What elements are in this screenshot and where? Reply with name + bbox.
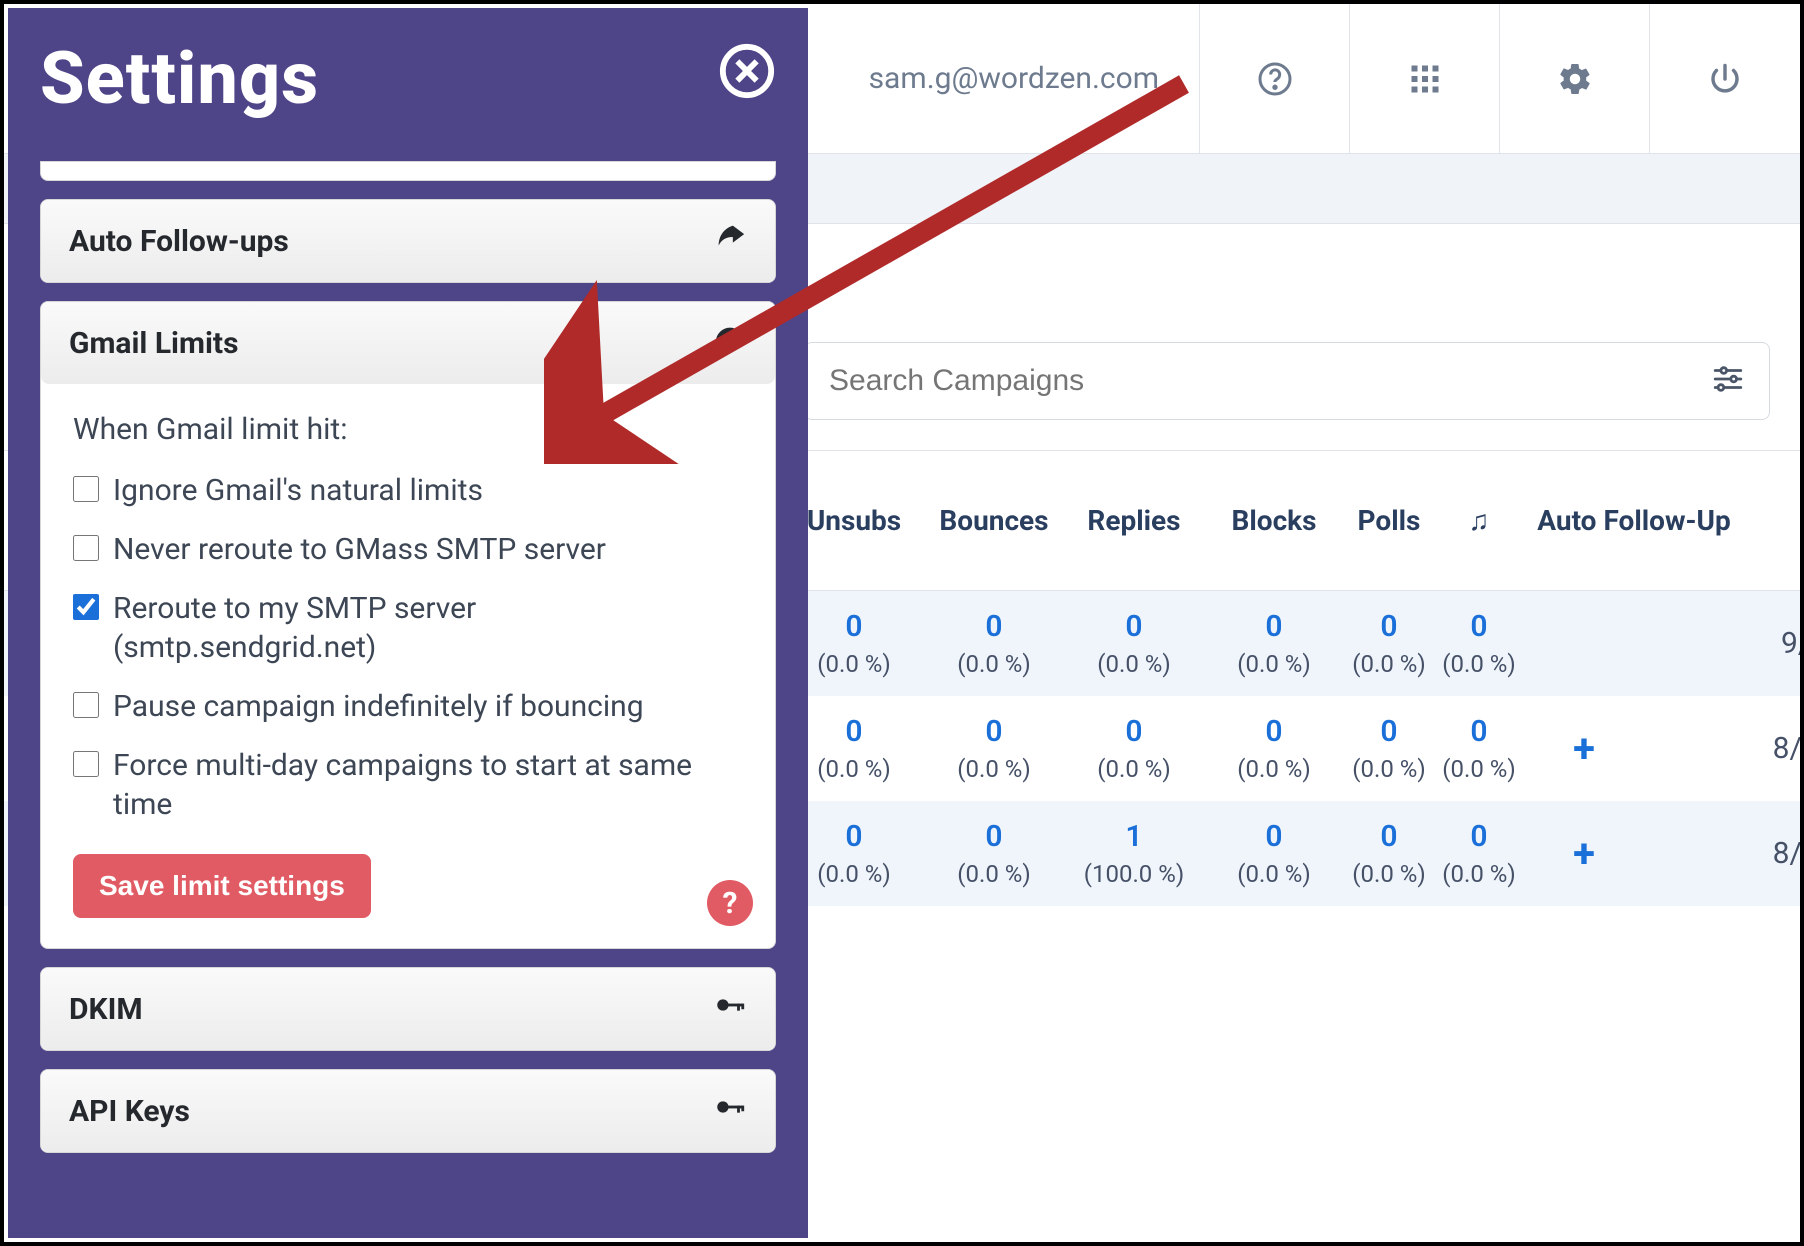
share-arrow-icon xyxy=(713,220,747,262)
accordion-stub-top xyxy=(40,161,776,181)
date-cell: 9/8/2022 xyxy=(1744,591,1800,697)
stat-cell: 0(0.0 %) xyxy=(1204,696,1344,801)
col-auto-follow-up: Auto Follow-Up xyxy=(1524,451,1744,591)
close-icon[interactable] xyxy=(718,42,776,100)
stat-cell: 0(0.0 %) xyxy=(1434,801,1524,906)
user-email[interactable]: sam.g@wordzen.com xyxy=(829,4,1200,153)
stat-cell: 0(0.0 %) xyxy=(1204,591,1344,697)
power-icon[interactable] xyxy=(1650,4,1800,153)
date-cell: 8/26/2022 xyxy=(1744,696,1800,801)
settings-modal: Settings Auto Follow-ups Gmail Limits Wh… xyxy=(8,8,808,1238)
stat-cell: 0(0.0 %) xyxy=(924,801,1064,906)
accordion-label: API Keys xyxy=(69,1094,190,1129)
stat-cell: 0(0.0 %) xyxy=(1434,591,1524,697)
checkbox-ignore-limits[interactable] xyxy=(73,476,99,502)
help-badge-icon[interactable]: ? xyxy=(707,880,753,926)
col-date: Date xyxy=(1744,451,1800,591)
stat-cell: 0(0.0 %) xyxy=(924,591,1064,697)
filter-sliders-icon[interactable] xyxy=(1711,362,1745,400)
accordion-label: Gmail Limits xyxy=(69,326,238,361)
accordion-label: DKIM xyxy=(69,992,143,1027)
checkbox-never-reroute[interactable] xyxy=(73,535,99,561)
stat-cell: 0(0.0 %) xyxy=(924,696,1064,801)
stat-cell: 0(0.0 %) xyxy=(1344,801,1434,906)
key-icon xyxy=(713,988,747,1030)
modal-title: Settings xyxy=(40,36,319,121)
search-box[interactable] xyxy=(804,342,1770,420)
save-limit-settings-button[interactable]: Save limit settings xyxy=(73,854,371,918)
accordion-label: Auto Follow-ups xyxy=(69,224,289,259)
col-polls: Polls xyxy=(1344,451,1434,591)
accordion-gmail-limits: Gmail Limits When Gmail limit hit: Ignor… xyxy=(40,301,776,949)
gmail-limits-subtitle: When Gmail limit hit: xyxy=(73,412,743,447)
accordion-dkim[interactable]: DKIM xyxy=(40,967,776,1051)
label-ignore-limits: Ignore Gmail's natural limits xyxy=(113,471,483,510)
stat-cell: 0(0.0 %) xyxy=(1434,696,1524,801)
auto-followup-cell[interactable]: + xyxy=(1524,696,1644,801)
checkbox-pause-bouncing[interactable] xyxy=(73,692,99,718)
label-pause-bouncing: Pause campaign indefinitely if bouncing xyxy=(113,687,644,726)
stat-cell: 1(100.0 %) xyxy=(1064,801,1204,906)
date-cell: 8/11/2022 xyxy=(1744,801,1800,906)
help-icon[interactable] xyxy=(1200,4,1350,153)
stat-cell: 0(0.0 %) xyxy=(1064,696,1204,801)
stat-cell: 0(0.0 %) xyxy=(1344,696,1434,801)
auto-followup-cell[interactable]: + xyxy=(1524,801,1644,906)
label-force-multiday: Force multi-day campaigns to start at sa… xyxy=(113,746,743,824)
col-music-icon: ♫ xyxy=(1434,451,1524,591)
checkbox-force-multiday[interactable] xyxy=(73,751,99,777)
apps-grid-icon[interactable] xyxy=(1350,4,1500,153)
gauge-icon xyxy=(713,322,747,364)
search-input[interactable] xyxy=(829,364,1711,398)
auto-followup-cell[interactable] xyxy=(1524,591,1644,697)
gear-icon[interactable] xyxy=(1500,4,1650,153)
label-never-reroute: Never reroute to GMass SMTP server xyxy=(113,530,606,569)
label-reroute-mine: Reroute to my SMTP server (smtp.sendgrid… xyxy=(113,589,743,667)
accordion-header-gmail-limits[interactable]: Gmail Limits xyxy=(41,302,775,384)
accordion-auto-followups[interactable]: Auto Follow-ups xyxy=(40,199,776,283)
stat-cell: 0(0.0 %) xyxy=(1204,801,1344,906)
stat-cell: 0(0.0 %) xyxy=(1344,591,1434,697)
accordion-api-keys[interactable]: API Keys xyxy=(40,1069,776,1153)
col-replies: Replies xyxy=(1064,451,1204,591)
stat-cell: 0(0.0 %) xyxy=(1064,591,1204,697)
col-blocks: Blocks xyxy=(1204,451,1344,591)
key-icon xyxy=(713,1090,747,1132)
checkbox-reroute-mine[interactable] xyxy=(73,594,99,620)
col-bounces: Bounces xyxy=(924,451,1064,591)
